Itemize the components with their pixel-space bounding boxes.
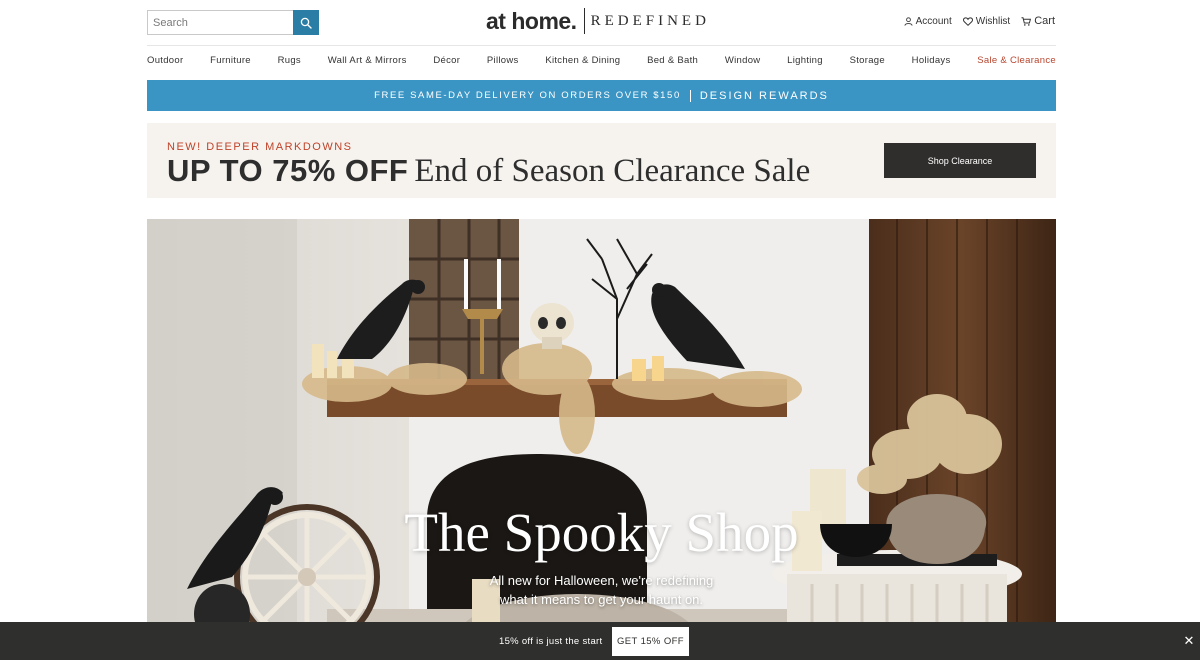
cart-label: Cart — [1034, 15, 1055, 27]
hero-title: The Spooky Shop — [404, 502, 799, 563]
cart-link[interactable]: Cart — [1021, 15, 1055, 27]
nav-item-storage[interactable]: Storage — [850, 55, 885, 66]
hero-subtitle: All new for Halloween, we're redefining … — [147, 571, 1056, 609]
get-discount-button[interactable]: GET 15% OFF — [612, 627, 689, 656]
promo-bar[interactable]: FREE SAME-DAY DELIVERY ON ORDERS OVER $1… — [147, 80, 1056, 111]
hero-subtitle-line1: All new for Halloween, we're redefining — [489, 573, 714, 588]
main-navigation: Outdoor Furniture Rugs Wall Art & Mirror… — [147, 45, 1056, 75]
nav-item-sale-clearance[interactable]: Sale & Clearance — [977, 55, 1056, 66]
nav-item-bed-bath[interactable]: Bed & Bath — [647, 55, 698, 66]
clearance-banner[interactable]: NEW! DEEPER MARKDOWNS UP TO 75% OFF End o… — [147, 123, 1056, 198]
nav-item-window[interactable]: Window — [725, 55, 761, 66]
nav-item-decor[interactable]: Décor — [433, 55, 460, 66]
offer-text: 15% off is just the start — [499, 636, 603, 647]
account-link[interactable]: Account — [904, 15, 952, 27]
nav-item-outdoor[interactable]: Outdoor — [147, 55, 183, 66]
clearance-kicker: NEW! DEEPER MARKDOWNS — [167, 141, 353, 153]
logo-tagline: REDEFINED — [590, 12, 710, 29]
nav-item-holidays[interactable]: Holidays — [912, 55, 951, 66]
wishlist-label: Wishlist — [975, 15, 1011, 27]
clearance-headline-bold: UP TO 75% OFF — [167, 153, 409, 188]
hero-subtitle-line2: what it means to get your haunt on. — [499, 592, 704, 607]
nav-item-rugs[interactable]: Rugs — [278, 55, 301, 66]
site-header: at home. REDEFINED Account Wishlist Cart — [0, 0, 1200, 44]
nav-item-pillows[interactable]: Pillows — [487, 55, 519, 66]
design-rewards-text: DESIGN REWARDS — [699, 89, 829, 102]
nav-item-wall-art-mirrors[interactable]: Wall Art & Mirrors — [328, 55, 407, 66]
hero-banner[interactable]: The Spooky Shop All new for Halloween, w… — [147, 219, 1056, 639]
account-links: Account Wishlist Cart — [904, 15, 1055, 27]
delivery-promo-text: FREE SAME-DAY DELIVERY ON ORDERS OVER $1… — [374, 90, 681, 101]
user-icon — [904, 16, 913, 26]
search-input[interactable] — [147, 10, 293, 35]
close-icon[interactable]: ✕ — [1182, 634, 1196, 648]
clearance-headline: UP TO 75% OFF End of Season Clearance Sal… — [167, 153, 810, 190]
account-label: Account — [915, 15, 952, 27]
clearance-headline-light: End of Season Clearance Sale — [414, 153, 811, 189]
discount-offer-bar: 15% off is just the start GET 15% OFF ✕ — [0, 622, 1200, 660]
cart-icon — [1021, 16, 1032, 26]
promo-divider — [689, 89, 691, 102]
nav-item-furniture[interactable]: Furniture — [210, 55, 251, 66]
site-logo[interactable]: at home. REDEFINED — [486, 6, 710, 36]
nav-item-kitchen-dining[interactable]: Kitchen & Dining — [545, 55, 620, 66]
search-button[interactable] — [293, 10, 319, 35]
search-form — [147, 10, 319, 35]
nav-item-lighting[interactable]: Lighting — [787, 55, 823, 66]
shop-clearance-button[interactable]: Shop Clearance — [884, 143, 1036, 178]
logo-divider — [583, 8, 585, 34]
wishlist-link[interactable]: Wishlist — [962, 15, 1011, 27]
logo-wordmark: at home. — [486, 7, 577, 34]
search-icon — [300, 17, 312, 29]
heart-icon — [962, 16, 973, 26]
